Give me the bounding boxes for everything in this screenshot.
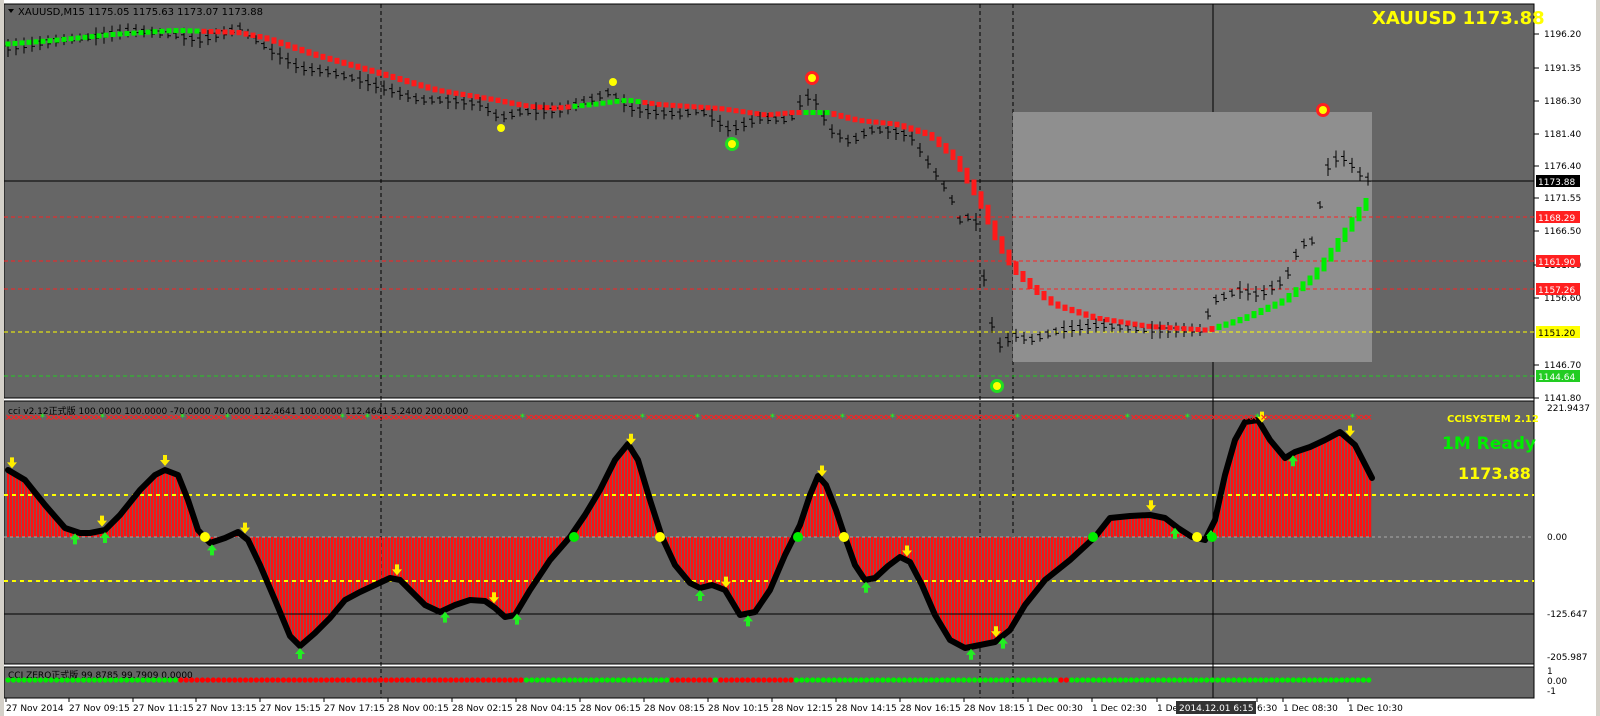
sell-sun-icon — [805, 71, 819, 85]
chart-canvas[interactable]: XAUUSD,M15 1175.05 1175.63 1173.07 1173.… — [0, 0, 1600, 716]
signal-dot — [839, 532, 849, 542]
sell-sun-icon — [1316, 103, 1330, 117]
svg-text:1: 1 — [1547, 667, 1553, 677]
time-tick-label: 27 Nov 2014 — [6, 704, 64, 714]
svg-text:0.00: 0.00 — [1547, 533, 1567, 543]
price-tick-label: 1186.30 — [1544, 97, 1581, 107]
time-tick-label: 27 Nov 15:15 — [260, 704, 321, 714]
time-tick-label: 28 Nov 10:15 — [708, 704, 769, 714]
signal-dot — [1192, 532, 1202, 542]
current-price-tag: 1173.88 — [1536, 175, 1580, 188]
crosshair-time-tag: 2014.12.01 6:15 — [1176, 701, 1256, 714]
time-tick-label: 28 Nov 18:15 — [964, 704, 1025, 714]
svg-text:0.00: 0.00 — [1547, 677, 1567, 687]
signal-dot — [655, 532, 665, 542]
time-tick-label: 1 Dec 10:30 — [1348, 704, 1403, 714]
signal-dot — [1088, 532, 1098, 542]
ready-status: 1M Ready — [1442, 434, 1536, 454]
price-tick-label: 1176.40 — [1544, 162, 1581, 172]
ccisystem-label: CCISYSTEM 2.12 — [1447, 414, 1539, 425]
price-tick-label: 1146.70 — [1544, 361, 1581, 371]
svg-text:1173.88: 1173.88 — [1538, 178, 1575, 188]
svg-text:×: × — [1365, 413, 1373, 423]
signal-dot — [1207, 532, 1217, 542]
big-quote: XAUUSD 1173.88 — [1372, 8, 1545, 29]
time-tick-label: 28 Nov 00:15 — [388, 704, 449, 714]
time-tick-label: 27 Nov 09:15 — [69, 704, 130, 714]
time-tick-label: 28 Nov 08:15 — [644, 704, 705, 714]
svg-text:221.9437: 221.9437 — [1547, 404, 1590, 414]
time-tick-label: 27 Nov 17:15 — [324, 704, 385, 714]
signal-dot — [793, 532, 803, 542]
symbol-header: XAUUSD,M15 1175.05 1175.63 1173.07 1173.… — [18, 7, 263, 18]
price-tick-label: 1181.40 — [1544, 130, 1581, 140]
price-tick-label: 1141.80 — [1544, 394, 1581, 404]
time-tick-label: 1 Dec 02:30 — [1092, 704, 1147, 714]
signal-dot — [200, 532, 210, 542]
time-tick-label: 28 Nov 06:15 — [580, 704, 641, 714]
svg-text:2014.12.01 6:15: 2014.12.01 6:15 — [1179, 704, 1254, 714]
time-tick-label: 28 Nov 12:15 — [772, 704, 833, 714]
time-tick-label: 1 Dec 00:30 — [1028, 704, 1083, 714]
level-tag-label: 1161.90 — [1538, 258, 1575, 268]
time-tick-label: 28 Nov 14:15 — [836, 704, 897, 714]
signal-dot — [569, 532, 579, 542]
time-tick-label: 28 Nov 02:15 — [452, 704, 513, 714]
price-tick-label: 1196.20 — [1544, 30, 1581, 40]
time-tick-label: 6:30 — [1257, 704, 1277, 714]
cci-indicator-label: cci v2.12正式版 100.0000 100.0000 -70.0000 … — [8, 405, 468, 417]
level-tag-label: 1144.64 — [1538, 373, 1575, 383]
buy-sun-icon — [990, 379, 1004, 393]
price-tick-label: 1166.50 — [1544, 227, 1581, 237]
buy-sun-icon — [725, 137, 739, 151]
svg-text:-205.987: -205.987 — [1547, 653, 1587, 663]
time-tick-label: 27 Nov 13:15 — [196, 704, 257, 714]
cci-price: 1173.88 — [1458, 464, 1531, 483]
level-tag-label: 1157.26 — [1538, 286, 1575, 296]
price-tick-label: 1171.55 — [1544, 194, 1581, 204]
mt4-chart-window: XAUUSD,M15 1175.05 1175.63 1173.07 1173.… — [0, 0, 1600, 716]
time-tick-label: 28 Nov 16:15 — [900, 704, 961, 714]
level-tag-label: 1151.20 — [1538, 329, 1575, 339]
time-tick-label: 28 Nov 04:15 — [516, 704, 577, 714]
time-tick-label: 27 Nov 11:15 — [133, 704, 194, 714]
price-tick-label: 1191.35 — [1544, 64, 1581, 74]
svg-text:-125.647: -125.647 — [1547, 610, 1587, 620]
level-tag-label: 1168.29 — [1538, 214, 1575, 224]
time-tick-label: 1 Dec 08:30 — [1283, 704, 1338, 714]
svg-text:-1: -1 — [1547, 687, 1556, 697]
